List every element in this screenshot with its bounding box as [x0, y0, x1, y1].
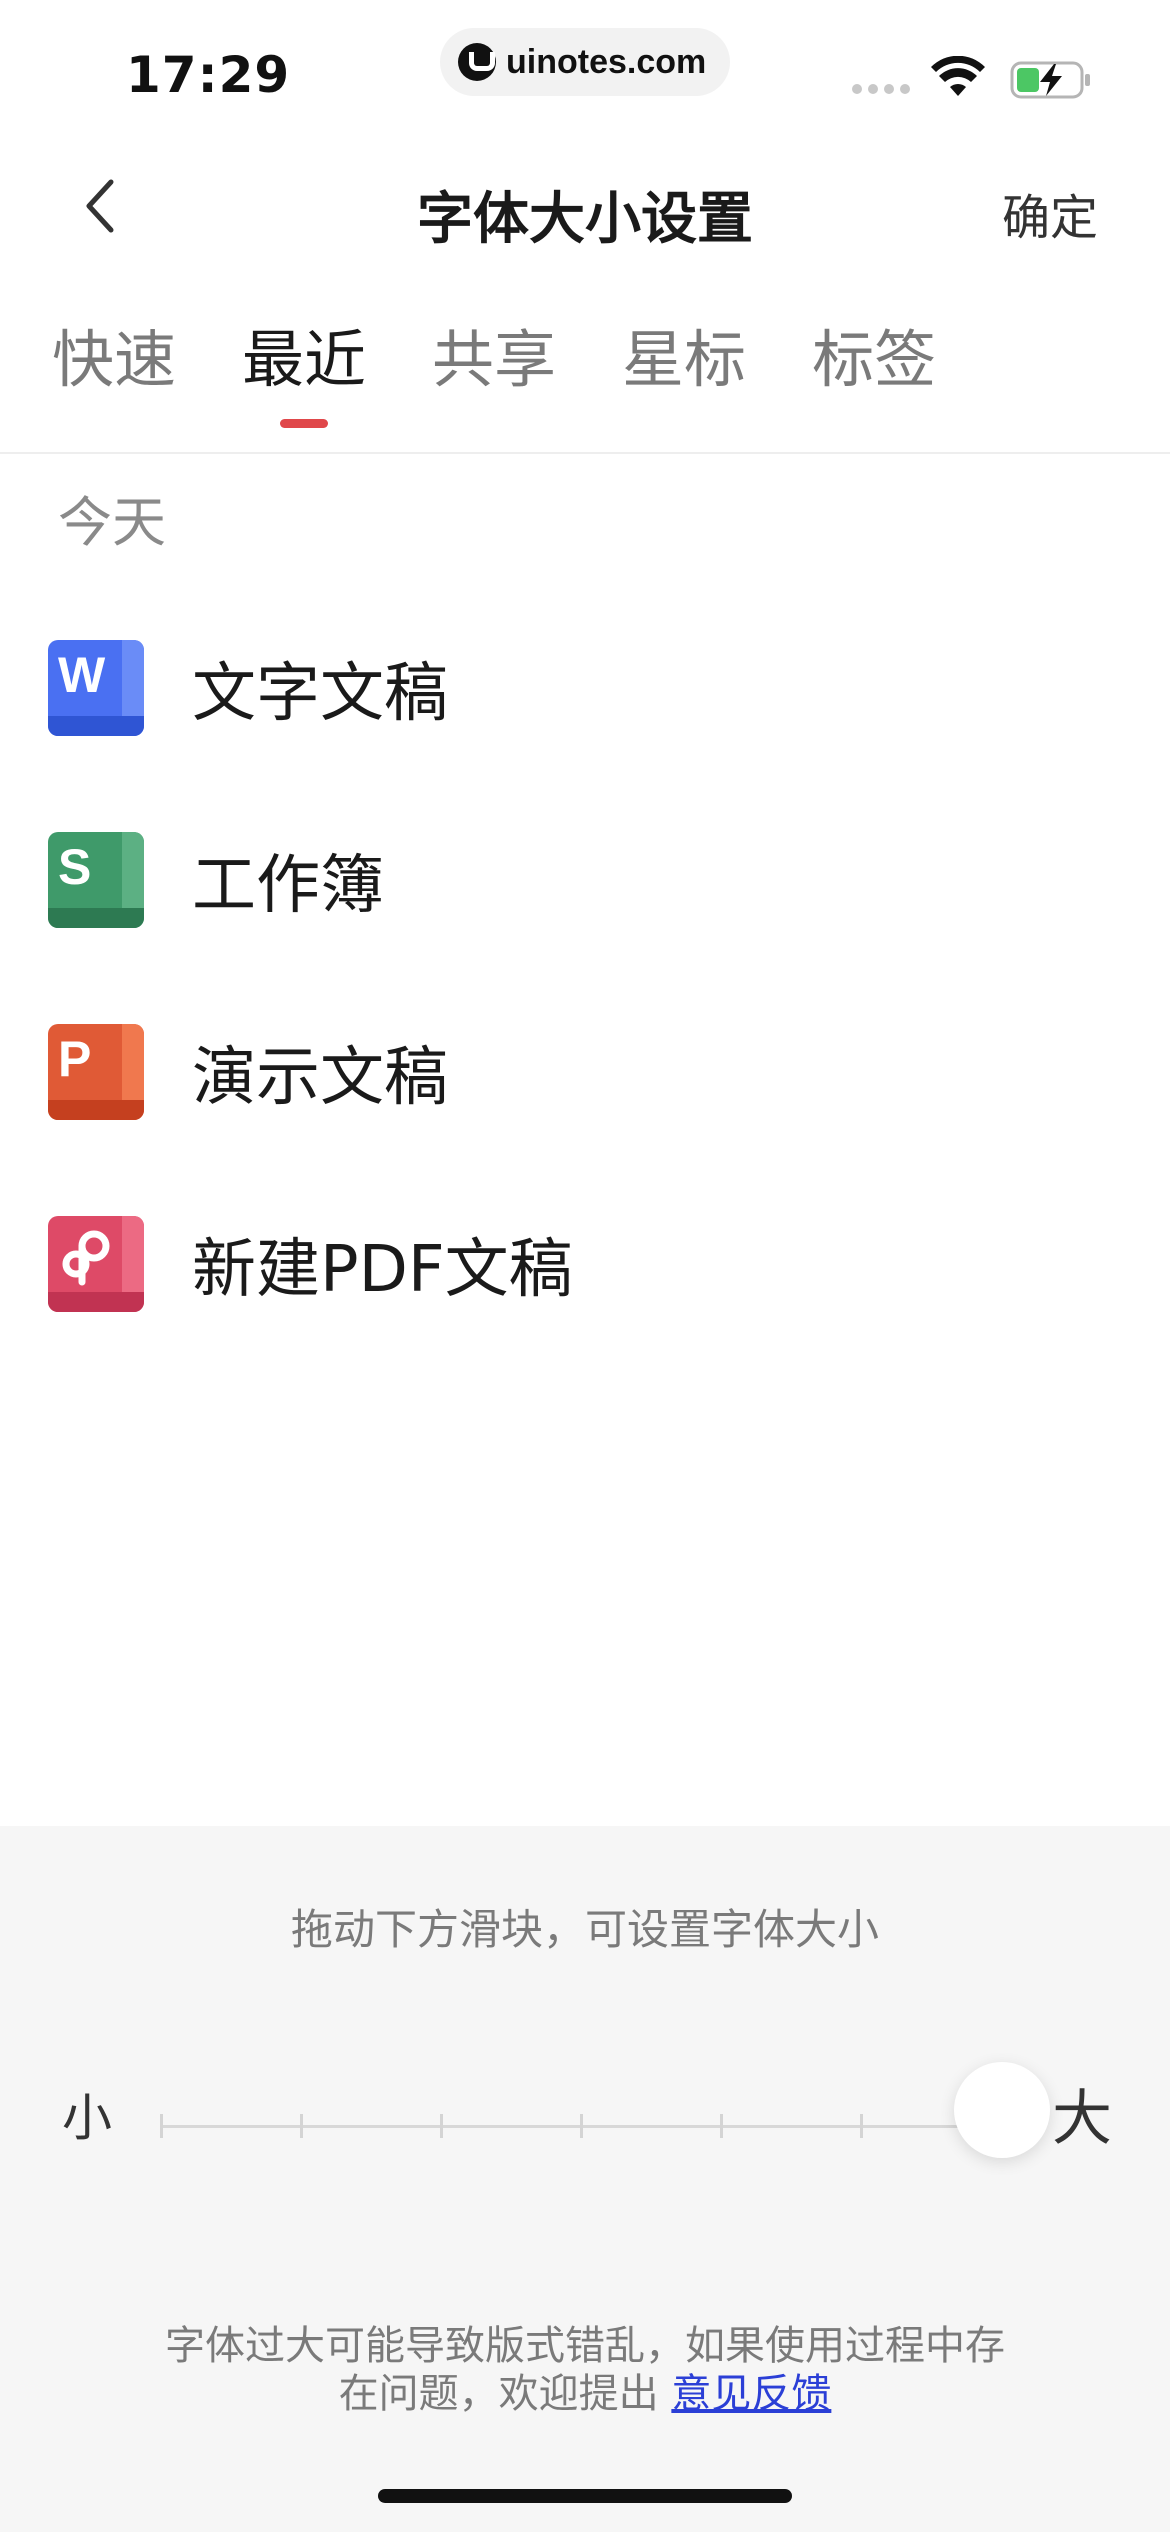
list-item-word[interactable]: W 文字文稿: [0, 592, 1170, 784]
battery-charging-icon: [1010, 61, 1090, 99]
list-item-label: 新建PDF文稿: [192, 1233, 573, 1307]
slider-tick: [720, 2114, 723, 2138]
back-button[interactable]: [70, 174, 130, 238]
tab-shared[interactable]: 共享: [432, 300, 556, 420]
pdf-doc-icon: [48, 1216, 144, 1312]
list-item-presentation[interactable]: P 演示文稿: [0, 976, 1170, 1168]
status-time: 17:29: [126, 46, 291, 104]
wifi-icon: [931, 56, 985, 96]
tab-quick[interactable]: 快速: [52, 300, 176, 420]
slider-tick: [580, 2114, 583, 2138]
site-logo-icon: [458, 43, 496, 81]
list-item-sheet[interactable]: S 工作簿: [0, 784, 1170, 976]
font-size-slider[interactable]: [160, 2106, 1006, 2146]
url-text: uinotes.com: [506, 42, 707, 81]
tab-recent[interactable]: 最近: [242, 300, 366, 420]
chevron-left-icon: [86, 179, 114, 233]
word-doc-icon: W: [48, 640, 144, 736]
warning-text: 字体过大可能导致版式错乱，如果使用过程中存 在问题，欢迎提出 意见反馈: [100, 2322, 1070, 2418]
section-header-today: 今天: [58, 491, 166, 554]
feedback-link[interactable]: 意见反馈: [671, 2371, 831, 2417]
slider-track: [160, 2125, 1006, 2128]
warning-line-2: 在问题，欢迎提出: [338, 2371, 659, 2417]
document-list: W 文字文稿 S 工作簿 P 演示文稿 新建PDF文稿: [0, 592, 1170, 1360]
confirm-button[interactable]: 确定: [1002, 178, 1098, 248]
list-item-pdf[interactable]: 新建PDF文稿: [0, 1168, 1170, 1360]
list-item-label: 演示文稿: [192, 1041, 448, 1115]
tab-bar: 快速 最近 共享 星标 标签: [0, 300, 1170, 450]
page-title: 字体大小设置: [417, 187, 753, 252]
sheet-doc-icon: S: [48, 832, 144, 928]
nav-bar: 字体大小设置 确定: [0, 140, 1170, 270]
status-indicators: [852, 56, 1092, 99]
home-indicator: [378, 2489, 792, 2503]
list-item-label: 工作簿: [192, 849, 384, 923]
large-size-label: 大: [1052, 2084, 1112, 2154]
presentation-doc-icon: P: [48, 1024, 144, 1120]
status-bar: 17:29 uinotes.com: [0, 0, 1170, 140]
slider-tick: [160, 2114, 163, 2138]
small-size-label: 小: [62, 2089, 112, 2147]
warning-line-1: 字体过大可能导致版式错乱，如果使用过程中存: [165, 2323, 1005, 2369]
slider-tick: [860, 2114, 863, 2138]
slider-thumb[interactable]: [954, 2062, 1050, 2158]
font-size-panel: 拖动下方滑块，可设置字体大小 小 大 字体过大可能导致版式错乱，如果使用过程中存…: [0, 1826, 1170, 2532]
cellular-signal-icon: [852, 84, 910, 94]
slider-tick: [300, 2114, 303, 2138]
tab-tags[interactable]: 标签: [812, 300, 936, 420]
tab-starred[interactable]: 星标: [622, 300, 746, 420]
slider-hint: 拖动下方滑块，可设置字体大小: [290, 1905, 879, 1954]
slider-tick: [440, 2114, 443, 2138]
url-pill[interactable]: uinotes.com: [440, 28, 730, 96]
list-item-label: 文字文稿: [192, 657, 448, 731]
tab-divider: [0, 452, 1170, 454]
